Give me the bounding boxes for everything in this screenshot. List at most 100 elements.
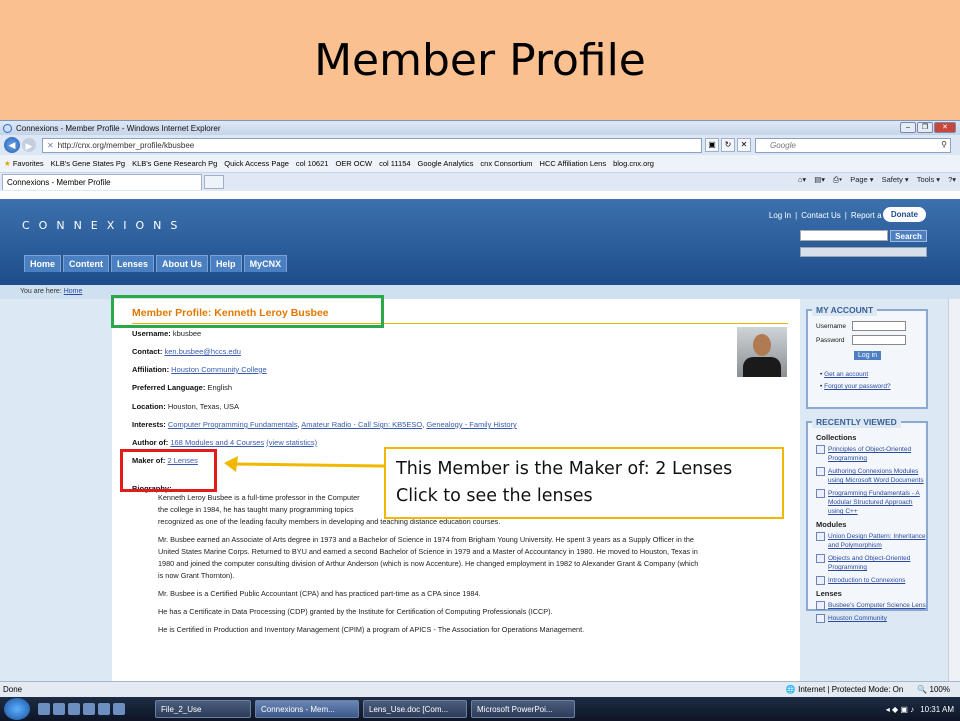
username-field-label: Username [816, 323, 846, 330]
print-icon[interactable]: ⎙▾ [833, 175, 842, 185]
safety-menu[interactable]: Safety ▾ [882, 175, 909, 185]
quicklaunch-icon[interactable] [68, 703, 80, 715]
fav-item[interactable]: col 11154 [379, 159, 410, 168]
tab-member-profile[interactable]: Connexions - Member Profile [2, 174, 202, 190]
forward-button[interactable]: ▶ [22, 138, 36, 152]
zoom-level[interactable]: 🔍 100% [917, 685, 950, 694]
contact-email-link[interactable]: ken.busbee@hccs.edu [165, 347, 241, 356]
nav-home[interactable]: Home [24, 255, 62, 272]
username-field[interactable] [852, 321, 906, 331]
page-menu[interactable]: Page ▾ [850, 175, 873, 185]
address-row: ◀ ▶ ✕ http://cnx.org/member_profile/kbus… [0, 135, 960, 155]
recent-lens-link[interactable]: Houston Community [828, 614, 887, 623]
fav-item[interactable]: col 10621 [296, 159, 329, 168]
callout-box: This Member is the Maker of: 2 Lenses Cl… [384, 447, 784, 519]
get-account-link[interactable]: Get an account [824, 371, 868, 378]
minimize-button[interactable]: – [900, 122, 916, 133]
nav-help[interactable]: Help [210, 255, 242, 272]
security-zone[interactable]: 🌐 Internet | Protected Mode: On [786, 685, 903, 694]
web-page: CONNEXIONS Log In | Contact Us | Report … [0, 199, 960, 681]
bio-line: He has a Certificate in Data Processing … [158, 607, 553, 616]
contact-link[interactable]: Contact Us [801, 211, 841, 220]
language-value: English [207, 383, 233, 392]
feeds-icon[interactable]: ▤▾ [814, 175, 825, 185]
task-powerpoint[interactable]: Microsoft PowerPoi... [471, 700, 575, 718]
bio-line: Mr. Busbee earned an Associate of Arts d… [158, 535, 694, 544]
separator: | [844, 211, 847, 220]
fav-item[interactable]: HCC Affiliation Lens [540, 159, 607, 168]
system-tray: ◂ ◆ ▣ ♪ 10:31 AM [886, 705, 954, 714]
site-search-button[interactable]: Search [890, 230, 927, 242]
recent-collection-link[interactable]: Programming Fundamentals - A Modular Str… [828, 489, 926, 516]
fav-item[interactable]: KLB's Gene States Pg [51, 159, 125, 168]
task-folder[interactable]: File_2_Use [155, 700, 251, 718]
site-search-input[interactable] [800, 230, 888, 241]
search-icon[interactable]: ⚲ [941, 140, 947, 149]
separator: | [795, 211, 798, 220]
nav-mycnx[interactable]: MyCNX [243, 255, 288, 272]
new-tab-button[interactable] [204, 175, 224, 189]
address-bar[interactable]: ✕ http://cnx.org/member_profile/kbusbee [42, 137, 702, 153]
page-scrollbar[interactable] [948, 299, 960, 681]
donate-button[interactable]: Donate [882, 207, 926, 222]
help-icon[interactable]: ?▾ [948, 175, 956, 185]
interest-link[interactable]: Genealogy - Family History [426, 420, 516, 429]
quicklaunch-icon[interactable] [38, 703, 50, 715]
close-button[interactable]: ✕ [934, 122, 956, 133]
interest-link[interactable]: Computer Programming Fundamentals [168, 420, 298, 429]
nav-lenses[interactable]: Lenses [111, 255, 155, 272]
fav-item[interactable]: Quick Access Page [224, 159, 289, 168]
fav-item[interactable]: OER OCW [335, 159, 372, 168]
back-button[interactable]: ◀ [4, 137, 20, 153]
author-link[interactable]: 168 Modules and 4 Courses [170, 438, 264, 447]
quicklaunch-icon[interactable] [53, 703, 65, 715]
tools-menu[interactable]: Tools ▾ [917, 175, 940, 185]
forgot-password-link[interactable]: Forgot your password? [824, 383, 890, 390]
recent-collection-link[interactable]: Principles of Object-Oriented Programmin… [828, 445, 926, 463]
refresh-icon[interactable]: ↻ [721, 138, 735, 152]
header-scrollbar[interactable] [800, 247, 927, 257]
recent-lens-link[interactable]: Busbee's Computer Science Lens [828, 601, 926, 610]
fav-item[interactable]: Google Analytics [418, 159, 474, 168]
favorites-button[interactable]: ★ Favorites [4, 159, 44, 168]
recent-collection-link[interactable]: Authoring Connexions Modules using Micro… [828, 467, 926, 485]
task-browser[interactable]: Connexions - Mem... [255, 700, 359, 718]
stop-icon[interactable]: ✕ [737, 138, 751, 152]
search-input[interactable]: Google ⚲ [755, 137, 951, 153]
fav-item[interactable]: cnx Consortium [480, 159, 532, 168]
fav-item[interactable]: KLB's Gene Research Pg [132, 159, 217, 168]
tray-icons[interactable]: ◂ ◆ ▣ ♪ [886, 705, 914, 714]
fav-item[interactable]: blog.cnx.org [613, 159, 654, 168]
connexions-logo[interactable]: CONNEXIONS [22, 219, 186, 232]
quicklaunch-icon[interactable] [98, 703, 110, 715]
task-word[interactable]: Lens_Use.doc [Com... [363, 700, 467, 718]
nav-content[interactable]: Content [63, 255, 110, 272]
bio-line: He is Certified in Production and Invent… [158, 625, 585, 634]
module-icon [816, 576, 825, 585]
recent-module-link[interactable]: Introduction to Connexions [828, 576, 905, 585]
recent-module-link[interactable]: Union Design Pattern: Inheritance and Po… [828, 532, 926, 550]
recent-module-link[interactable]: Objects and Object-Oriented Programming [828, 554, 926, 572]
login-button[interactable]: Log in [854, 351, 882, 360]
breadcrumb-home-link[interactable]: Home [64, 288, 83, 295]
module-icon [816, 554, 825, 563]
browser-window: Connexions - Member Profile - Windows In… [0, 120, 960, 721]
quicklaunch-icon[interactable] [113, 703, 125, 715]
nav-about[interactable]: About Us [156, 255, 209, 272]
quicklaunch-icon[interactable] [83, 703, 95, 715]
collection-icon [816, 467, 825, 476]
login-link[interactable]: Log In [769, 211, 791, 220]
maker-highlight-box [120, 449, 217, 492]
start-button[interactable] [4, 698, 30, 720]
maximize-button[interactable]: ❐ [917, 122, 933, 133]
compat-icon[interactable]: ▣ [705, 138, 719, 152]
view-statistics-link[interactable]: (view statistics) [266, 438, 317, 447]
interest-link[interactable]: Amateur Radio - Call Sign: KB5ESO [301, 420, 422, 429]
contact-label: Contact: [132, 347, 163, 356]
modules-heading: Modules [816, 520, 847, 529]
password-field[interactable] [852, 335, 906, 345]
callout-arrow [224, 456, 385, 472]
affiliation-link[interactable]: Houston Community College [171, 365, 266, 374]
quick-launch [38, 703, 125, 715]
home-icon[interactable]: ⌂▾ [798, 175, 806, 185]
